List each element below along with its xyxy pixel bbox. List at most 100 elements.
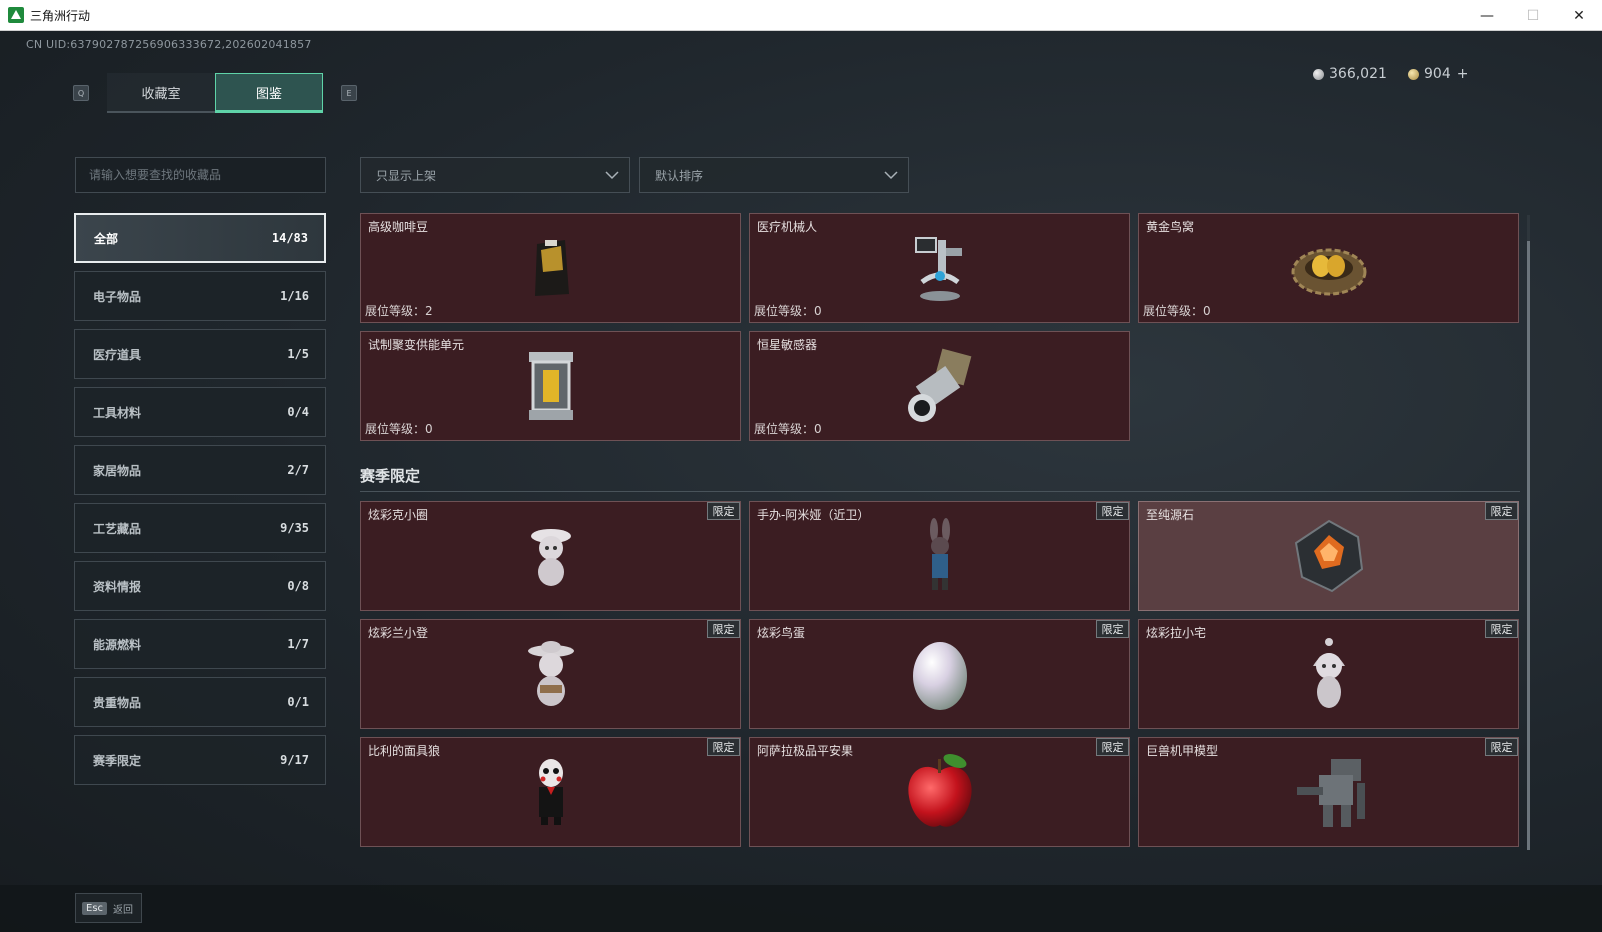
coffee-bag-icon [534,240,569,296]
category-medical[interactable]: 医疗道具 1/5 [74,329,326,379]
item-name: 恒星敏感器 [757,338,818,352]
level-label: 展位等级： [754,422,815,436]
item-card[interactable]: 高级咖啡豆 展位等级：2 [360,213,741,323]
tab-collection-room[interactable]: 收藏室 [107,73,215,113]
figure-hat-icon [530,529,571,586]
gold-currency[interactable]: 904 + [1408,65,1468,83]
category-count: 0/8 [287,579,309,593]
category-intel[interactable]: 资料情报 0/8 [74,561,326,611]
silver-currency: 366,021 [1313,65,1387,83]
close-window-button[interactable]: ✕ [1556,0,1602,31]
item-level: 展位等级：0 [1143,302,1211,319]
minimize-button[interactable]: — [1464,0,1510,31]
category-label: 家居物品 [93,463,142,478]
item-name: 炫彩兰小登 [368,626,429,640]
category-season[interactable]: 赛季限定 9/17 [74,735,326,785]
back-button[interactable]: Esc 返回 [75,893,142,923]
season-item-card[interactable]: 比利的面具狼 限定 [360,737,741,847]
item-card[interactable]: 医疗机械人 展位等级：0 [749,213,1130,323]
season-item-card[interactable]: 炫彩拉小宅 限定 [1138,619,1519,729]
season-item-card[interactable]: 手办-阿米娅（近卫） 限定 [749,501,1130,611]
limited-badge: 限定 [1485,738,1518,756]
limited-badge: 限定 [1096,620,1129,638]
back-label: 返回 [113,904,134,916]
season-item-card[interactable]: 炫彩兰小登 限定 [360,619,741,729]
sort-dropdown[interactable]: 默认排序 [639,157,909,193]
item-card[interactable]: 恒星敏感器 展位等级：0 [749,331,1130,441]
add-currency-icon[interactable]: + [1457,66,1469,82]
level-value: 0 [1203,304,1211,318]
season-item-card[interactable]: 炫彩鸟蛋 限定 [749,619,1130,729]
footer-bar [0,885,1602,932]
item-name: 比利的面具狼 [368,744,441,758]
category-label: 赛季限定 [93,753,142,768]
category-crafts[interactable]: 工艺藏品 9/35 [74,503,326,553]
game-area: CN UID:637902787256906333672,20260204185… [0,31,1602,932]
level-label: 展位等级： [754,304,815,318]
gold-amount: 904 [1424,66,1451,82]
item-name: 手办-阿米娅（近卫） [757,508,870,522]
level-value: 0 [814,422,822,436]
season-item-card[interactable]: 至纯源石 限定 [1138,501,1519,611]
silver-coin-icon [1313,68,1324,80]
item-name: 黄金鸟窝 [1146,220,1195,234]
star-sensor-icon [907,348,971,422]
window-titlebar: 三角洲行动 — ☐ ✕ [0,0,1602,31]
season-item-card[interactable]: 炫彩克小圈 限定 [360,501,741,611]
amiya-figure-icon [929,518,950,590]
category-electronics[interactable]: 电子物品 1/16 [74,271,326,321]
esc-key-hint: Esc [82,901,108,915]
level-label: 展位等级： [1143,304,1204,318]
tab-catalog[interactable]: 图鉴 [215,73,323,113]
originium-icon [1294,519,1363,593]
search-input[interactable] [75,157,326,193]
category-count: 2/7 [287,463,309,477]
category-count: 1/7 [287,637,309,651]
item-name: 试制聚变供能单元 [368,338,465,352]
item-level: 展位等级：0 [754,302,822,319]
chevron-down-icon [884,171,898,180]
season-section-title: 赛季限定 [360,467,421,485]
category-valuables[interactable]: 贵重物品 0/1 [74,677,326,727]
item-name: 炫彩拉小宅 [1146,626,1207,640]
item-name: 炫彩克小圈 [368,508,429,522]
item-level: 展位等级：0 [365,420,433,437]
scrollbar-thumb[interactable] [1527,241,1530,850]
category-tools[interactable]: 工具材料 0/4 [74,387,326,437]
category-all[interactable]: 全部 14/83 [74,213,326,263]
item-name: 阿萨拉极品平安果 [757,744,854,758]
item-level: 展位等级：0 [754,420,822,437]
maximize-button[interactable]: ☐ [1510,0,1556,31]
category-label: 贵重物品 [93,695,142,710]
season-item-card[interactable]: 巨兽机甲模型 限定 [1138,737,1519,847]
key-hint-e: E [341,85,357,101]
item-card[interactable]: 黄金鸟窝 展位等级：0 [1138,213,1519,323]
category-label: 电子物品 [93,289,142,304]
fusion-cell-icon [528,352,573,420]
egg-icon [912,642,967,710]
category-count: 9/17 [280,753,309,767]
item-level: 展位等级：2 [365,302,433,319]
puppet-icon [538,759,563,825]
limited-badge: 限定 [1485,620,1518,638]
section-divider [360,491,1520,492]
category-label: 全部 [94,231,119,246]
category-household[interactable]: 家居物品 2/7 [74,445,326,495]
item-name: 高级咖啡豆 [368,220,429,234]
apple-icon [907,754,972,827]
sombrero-figure-icon [527,641,574,706]
chevron-down-icon [605,171,619,180]
item-name: 炫彩鸟蛋 [757,626,806,640]
category-count: 0/1 [287,695,309,709]
category-energy[interactable]: 能源燃料 1/7 [74,619,326,669]
season-item-card[interactable]: 阿萨拉极品平安果 限定 [749,737,1130,847]
level-label: 展位等级： [365,304,426,318]
tab-bar: 收藏室 图鉴 [107,73,324,113]
level-value: 0 [425,422,433,436]
item-card[interactable]: 试制聚变供能单元 展位等级：0 [360,331,741,441]
limited-badge: 限定 [707,620,740,638]
item-name: 至纯源石 [1146,508,1195,522]
limited-badge: 限定 [1096,738,1129,756]
category-count: 9/35 [280,521,309,535]
display-filter-dropdown[interactable]: 只显示上架 [360,157,630,193]
